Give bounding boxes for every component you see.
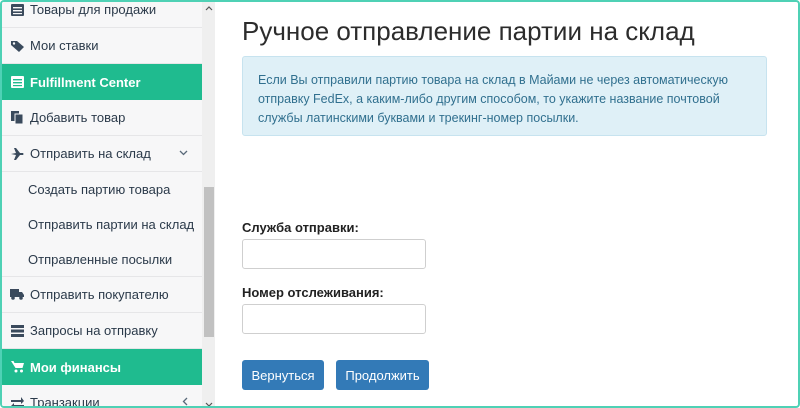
sidebar-item-label: Мои ставки <box>30 38 99 53</box>
back-button[interactable]: Вернуться <box>242 360 324 390</box>
chevron-down-icon[interactable] <box>179 148 188 159</box>
sidebar-item-shipping-requests[interactable]: Запросы на отправку <box>2 313 202 349</box>
sidebar-item-label: Товары для продажи <box>30 2 157 17</box>
copy-icon <box>10 111 24 125</box>
plane-icon <box>10 147 24 161</box>
sidebar-subitem-sent-parcels[interactable]: Отправленные посылки <box>2 242 202 277</box>
sidebar-item-label: Транзакции <box>30 395 100 408</box>
app-window: Товары для продажи Мои ставки Fulfillmen… <box>0 0 800 408</box>
sidebar-item-fulfillment-center[interactable]: Fulfillment Center <box>2 64 202 100</box>
sidebar-item-label: Мои финансы <box>30 359 122 375</box>
list-icon <box>10 75 24 89</box>
sidebar-item-label: Отправить покупателю <box>30 287 169 302</box>
tracking-number-label: Номер отслеживания: <box>242 285 384 300</box>
sidebar-item-products-for-sale[interactable]: Товары для продажи <box>2 2 202 28</box>
cart-icon <box>10 360 24 374</box>
sidebar-item-label: Запросы на отправку <box>30 323 158 338</box>
sidebar-item-my-bids[interactable]: Мои ставки <box>2 28 202 64</box>
tracking-number-input[interactable] <box>242 304 426 334</box>
scroll-down-arrow-icon[interactable] <box>202 398 215 406</box>
sidebar-item-label: Отправить партии на склад <box>28 217 195 232</box>
sidebar-item-label: Отправить на склад <box>30 146 151 161</box>
scrollbar-thumb[interactable] <box>204 187 214 337</box>
tag-icon <box>10 39 24 53</box>
sidebar-item-label: Добавить товар <box>30 110 126 125</box>
truck-icon <box>10 288 24 302</box>
page-title: Ручное отправление партии на склад <box>242 16 695 46</box>
sidebar-menu: Товары для продажи Мои ставки Fulfillmen… <box>2 2 202 408</box>
continue-button[interactable]: Продолжить <box>336 360 429 390</box>
sidebar-subitem-create-batch[interactable]: Создать партию товара <box>2 172 202 207</box>
server-icon <box>10 324 24 338</box>
sidebar-item-send-to-buyer[interactable]: Отправить покупателю <box>2 277 202 313</box>
sidebar-scrollbar[interactable] <box>202 2 215 406</box>
sidebar-item-transactions[interactable]: Транзакции <box>2 385 202 408</box>
sidebar-item-label: Fulfillment Center <box>30 74 141 90</box>
list-icon <box>10 3 24 17</box>
sidebar-item-send-to-warehouse[interactable]: Отправить на склад <box>2 136 202 172</box>
sidebar-item-add-product[interactable]: Добавить товар <box>2 100 202 136</box>
shipping-service-label: Служба отправки: <box>242 220 359 235</box>
shipping-service-input[interactable] <box>242 239 426 269</box>
sidebar: Товары для продажи Мои ставки Fulfillmen… <box>2 2 215 408</box>
sidebar-item-label: Отправленные посылки <box>28 251 173 267</box>
sidebar-item-label: Создать партию товара <box>28 182 171 197</box>
scroll-up-arrow-icon[interactable] <box>202 2 215 14</box>
chevron-left-icon[interactable] <box>182 397 188 406</box>
sidebar-subitem-send-batches[interactable]: Отправить партии на склад <box>2 207 202 242</box>
info-alert: Если Вы отправили партию товара на склад… <box>242 56 767 136</box>
sidebar-item-my-finances[interactable]: Мои финансы <box>2 349 202 385</box>
exchange-icon <box>10 396 24 406</box>
